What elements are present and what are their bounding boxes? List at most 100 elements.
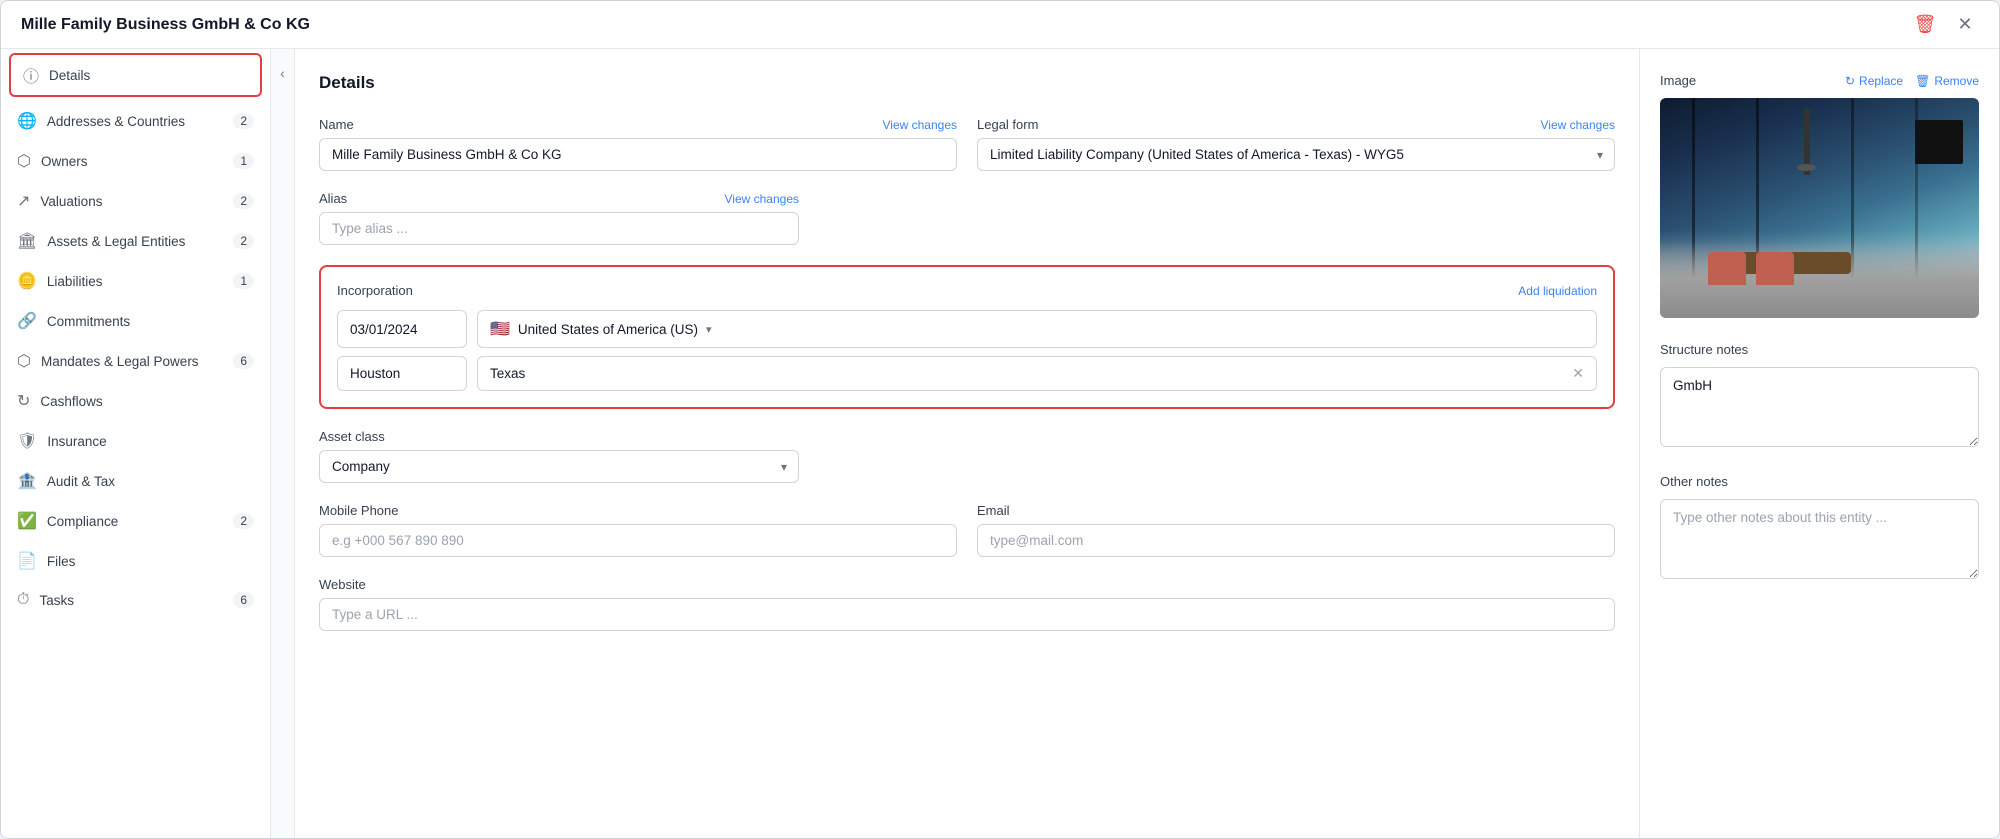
alias-label-row: Alias View changes [319, 191, 799, 206]
sidebar-item-label: Assets & Legal Entities [47, 234, 223, 249]
details-panel: Details Name View changes Legal form Vie [295, 49, 1639, 838]
legalform-group: Legal form View changes Limited Liabilit… [977, 117, 1615, 171]
sidebar-item-label: Owners [41, 154, 223, 169]
email-label-row: Email [977, 503, 1615, 518]
name-label: Name [319, 117, 354, 132]
sidebar-item-assets-legal[interactable]: 🏛 Assets & Legal Entities 2 [1, 221, 270, 261]
incorp-state-value: Texas [490, 366, 525, 381]
alias-group: Alias View changes [319, 191, 799, 245]
name-group: Name View changes [319, 117, 957, 171]
alias-view-changes-link[interactable]: View changes [725, 192, 800, 206]
legalform-label: Legal form [977, 117, 1038, 132]
country-flag-icon: 🇺🇸 [490, 319, 510, 339]
alias-input[interactable] [319, 212, 799, 245]
remove-icon: 🗑 [1915, 74, 1930, 88]
sidebar-item-label: Cashflows [40, 394, 254, 409]
incorp-state-field[interactable]: Texas ✕ [477, 356, 1597, 391]
image-actions: ↻ Replace 🗑 Remove [1845, 74, 1979, 88]
sidebar-badge: 1 [233, 153, 254, 169]
sidebar-item-label: Tasks [39, 593, 223, 608]
other-notes-textarea[interactable] [1660, 499, 1979, 579]
image-section: Image ↻ Replace 🗑 Remove [1660, 73, 1979, 318]
sidebar-badge: 6 [233, 353, 254, 369]
audit-icon: 🏦 [17, 471, 37, 491]
commitments-icon: 🔗 [17, 311, 37, 331]
cashflows-icon: ↻ [17, 391, 30, 411]
email-group: Email [977, 503, 1615, 557]
sidebar-item-compliance[interactable]: ✅ Compliance 2 [1, 501, 270, 541]
asset-class-select[interactable]: Company [319, 450, 799, 483]
incorporation-title: Incorporation [337, 283, 413, 298]
asset-class-label: Asset class [319, 429, 385, 444]
sidebar-item-files[interactable]: 📄 Files [1, 541, 270, 581]
replace-label: Replace [1859, 74, 1903, 88]
asset-class-select-wrapper: Company [319, 450, 799, 483]
sidebar-badge: 1 [233, 273, 254, 289]
sidebar-item-liabilities[interactable]: 🪙 Liabilities 1 [1, 261, 270, 301]
owners-icon: ⬡ [17, 151, 31, 171]
legalform-select[interactable]: Limited Liability Company (United States… [977, 138, 1615, 171]
replace-icon: ↻ [1845, 74, 1855, 88]
legalform-select-wrapper: Limited Liability Company (United States… [977, 138, 1615, 171]
sidebar-item-commitments[interactable]: 🔗 Commitments [1, 301, 270, 341]
remove-image-button[interactable]: 🗑 Remove [1915, 74, 1979, 88]
main-layout: ⓘ Details 🌐 Addresses & Countries 2 ⬡ Ow… [1, 49, 1999, 838]
state-clear-icon[interactable]: ✕ [1572, 365, 1584, 382]
sidebar-item-label: Commitments [47, 314, 254, 329]
sidebar-item-details[interactable]: ⓘ Details [9, 53, 262, 97]
incorp-country-field[interactable]: 🇺🇸 United States of America (US) ▾ [477, 310, 1597, 348]
sidebar-item-tasks[interactable]: ⏱ Tasks 6 [1, 581, 270, 619]
collapse-sidebar-button[interactable]: ‹ [271, 49, 295, 838]
other-notes-label: Other notes [1660, 474, 1728, 489]
website-group: Website [319, 577, 1615, 631]
sidebar-item-label: Audit & Tax [47, 474, 254, 489]
sidebar-item-label: Liabilities [47, 274, 223, 289]
sidebar: ⓘ Details 🌐 Addresses & Countries 2 ⬡ Ow… [1, 49, 271, 838]
right-panel: Image ↻ Replace 🗑 Remove [1639, 49, 1999, 838]
incorp-date-field[interactable]: 03/01/2024 [337, 310, 467, 348]
incorp-row-top: 03/01/2024 🇺🇸 United States of America (… [337, 310, 1597, 348]
add-liquidation-link[interactable]: Add liquidation [1518, 284, 1597, 298]
phone-input[interactable] [319, 524, 957, 557]
structure-notes-textarea[interactable] [1660, 367, 1979, 447]
sidebar-item-label: Insurance [47, 434, 254, 449]
sidebar-item-mandates[interactable]: ⬡ Mandates & Legal Powers 6 [1, 341, 270, 381]
window-title: Mille Family Business GmbH & Co KG [21, 16, 310, 34]
sidebar-badge: 2 [233, 513, 254, 529]
close-button[interactable]: ✕ [1951, 11, 1979, 39]
assets-icon: 🏛 [17, 231, 37, 251]
sidebar-item-label: Compliance [47, 514, 223, 529]
incorp-city-field[interactable]: Houston [337, 356, 467, 391]
sidebar-item-cashflows[interactable]: ↻ Cashflows [1, 381, 270, 421]
delete-button[interactable]: 🗑 [1911, 11, 1939, 39]
sidebar-item-label: Addresses & Countries [47, 114, 223, 129]
website-label: Website [319, 577, 366, 592]
replace-image-button[interactable]: ↻ Replace [1845, 74, 1903, 88]
name-input[interactable] [319, 138, 957, 171]
website-input[interactable] [319, 598, 1615, 631]
sidebar-badge: 2 [233, 233, 254, 249]
sidebar-item-valuations[interactable]: ↗ Valuations 2 [1, 181, 270, 221]
alias-row: Alias View changes [319, 191, 1615, 245]
structure-notes-section: Structure notes [1660, 342, 1979, 450]
sidebar-item-insurance[interactable]: 🛡 Insurance [1, 421, 270, 461]
sidebar-item-addresses-countries[interactable]: 🌐 Addresses & Countries 2 [1, 101, 270, 141]
app-window: Mille Family Business GmbH & Co KG 🗑 ✕ ⓘ… [0, 0, 2000, 839]
sidebar-item-owners[interactable]: ⬡ Owners 1 [1, 141, 270, 181]
legalform-view-changes-link[interactable]: View changes [1541, 118, 1616, 132]
email-label: Email [977, 503, 1010, 518]
other-notes-section: Other notes [1660, 474, 1979, 582]
phone-email-row: Mobile Phone Email [319, 503, 1615, 557]
country-dropdown-icon: ▾ [706, 323, 712, 336]
sidebar-item-audit-tax[interactable]: 🏦 Audit & Tax [1, 461, 270, 501]
sidebar-item-label: Valuations [40, 194, 223, 209]
sidebar-badge: 2 [233, 193, 254, 209]
incorp-date-value: 03/01/2024 [350, 322, 418, 337]
email-input[interactable] [977, 524, 1615, 557]
asset-class-label-row: Asset class [319, 429, 799, 444]
tasks-icon: ⏱ [17, 591, 29, 609]
website-label-row: Website [319, 577, 1615, 592]
liabilities-icon: 🪙 [17, 271, 37, 291]
title-bar-actions: 🗑 ✕ [1911, 11, 1979, 39]
name-view-changes-link[interactable]: View changes [883, 118, 958, 132]
